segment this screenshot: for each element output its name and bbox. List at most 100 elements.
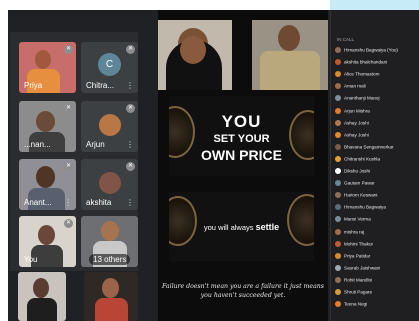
participant-name: Chitranshi Kushla: [344, 156, 381, 162]
video-tile[interactable]: ✕ Priya: [19, 42, 76, 93]
shared-slide-bottom: you will always settle: [169, 192, 314, 261]
participant-row[interactable]: Teena Negi: [335, 301, 419, 309]
participant-face: [36, 166, 55, 188]
presentation-area: YOU SET YOUR OWN PRICE you will always s…: [158, 10, 328, 321]
participant-row[interactable]: Ashay Joshi: [335, 131, 419, 140]
tile-name: akshita: [86, 198, 112, 207]
participant-row[interactable]: mishra raj: [335, 228, 419, 237]
video-tile[interactable]: ✕ akshita ⋮: [81, 159, 138, 210]
more-options-icon[interactable]: ⋮: [126, 82, 134, 90]
participant-name: Ananthanji Manoj: [344, 95, 380, 101]
participant-row[interactable]: Shruti Pagare: [335, 289, 419, 297]
slide-subheadline: OWN PRICE: [201, 147, 282, 163]
participant-name: Himanshu Bagwaiya: [344, 204, 386, 210]
tile-name: ...nan...: [24, 140, 51, 149]
participant-avatar: [335, 107, 341, 114]
participant-avatar: [335, 83, 341, 90]
video-tile[interactable]: ✕ You: [19, 216, 76, 267]
avatar: [99, 172, 121, 194]
watch-image: [169, 196, 197, 246]
participant-avatar: [335, 264, 341, 271]
participant-row[interactable]: Mansi Verma: [335, 216, 419, 224]
participant-row[interactable]: Saurab Jaishwani: [335, 264, 419, 273]
participant-row[interactable]: Gautam Pawar: [335, 180, 419, 188]
others-tile[interactable]: 13 others: [81, 216, 138, 267]
participant-name: Gautam Pawar: [344, 180, 375, 186]
tile-name: Priya: [24, 81, 43, 90]
participant-avatar: [335, 143, 341, 150]
tile-name: Arjun: [86, 140, 105, 149]
participant-avatar: [335, 289, 341, 295]
participant-row[interactable]: Bhavana Sengamnerkar: [335, 143, 419, 152]
participant-row[interactable]: Aman mali: [335, 83, 419, 91]
participant-avatar: [335, 228, 341, 235]
participant-row[interactable]: Alice Thomastom: [335, 71, 419, 79]
mic-muted-icon: ✕: [64, 104, 73, 113]
participant-avatar: [335, 180, 341, 187]
participant-avatar: [335, 252, 341, 259]
mic-muted-icon: ✕: [126, 45, 135, 54]
video-tile[interactable]: ✕ ...nan...: [19, 101, 76, 152]
video-tile[interactable]: C ✕ Chitra... ⋮: [81, 42, 138, 93]
tile-name: Anant...: [24, 198, 52, 207]
speaker-video[interactable]: [158, 20, 232, 90]
participant-name: Priya Patidar: [344, 253, 371, 259]
participant-body: [95, 298, 128, 321]
more-options-icon[interactable]: ⋮: [126, 141, 134, 149]
watch-image: [287, 194, 314, 246]
participant-face: [33, 278, 49, 298]
participant-avatar: [335, 216, 341, 223]
more-options-icon[interactable]: ⋮: [64, 199, 72, 207]
participant-face: [278, 25, 300, 51]
participant-name: Alice Thomastom: [344, 71, 380, 77]
participant-avatar: [335, 131, 341, 138]
participant-row[interactable]: Priya Patidar: [335, 252, 419, 261]
participant-name: Rohit Mandloi: [344, 277, 373, 283]
participant-avatar: [335, 95, 341, 102]
participant-avatar: [335, 240, 341, 247]
participant-name: Hariom Keswani: [344, 192, 378, 198]
participant-row[interactable]: Himanshu Bagwaiya: [335, 204, 419, 212]
participant-name: Bhavana Sengamnerkar: [344, 144, 394, 150]
participant-avatar: [335, 301, 341, 308]
speaker-video[interactable]: [252, 20, 328, 90]
more-options-icon[interactable]: ⋮: [126, 199, 134, 207]
participant-face: [36, 111, 55, 132]
avatar: C: [98, 53, 121, 76]
participant-row[interactable]: akshita bhalchandani: [335, 59, 419, 67]
participant-name: Ashay Joshi: [344, 132, 369, 138]
participant-avatar: [335, 59, 341, 66]
slide-headline: YOU: [221, 112, 262, 131]
participant-row[interactable]: Ananthanji Manoj: [335, 95, 419, 103]
video-tile[interactable]: ✕ Arjun ⋮: [81, 101, 138, 152]
participant-row[interactable]: Himanshu Bagwaiya (You): [335, 47, 419, 55]
participant-row[interactable]: Ashay Joshi: [335, 119, 419, 128]
participant-face: [35, 50, 51, 69]
participant-avatar: [335, 71, 341, 78]
mic-muted-icon: ✕: [64, 219, 73, 228]
participant-name: Aman mali: [344, 83, 366, 89]
video-tile[interactable]: [84, 272, 138, 321]
participant-row[interactable]: Rohit Mandloi: [335, 276, 419, 285]
others-count-label: 13 others: [89, 254, 131, 265]
participant-body: [27, 298, 57, 321]
video-tile[interactable]: [18, 272, 66, 321]
tile-name: You: [24, 255, 38, 264]
participant-name: Dikshu Joshi: [344, 168, 371, 174]
slide-subheadline: SET YOUR: [213, 133, 270, 145]
participant-row[interactable]: Chitranshi Kushla: [335, 155, 419, 164]
video-tile[interactable]: ✕ Anant... ⋮: [19, 159, 76, 210]
participant-row[interactable]: Hariom Keswani: [335, 192, 419, 200]
participant-row[interactable]: Arjun Mishra: [335, 107, 419, 116]
slide-caption: you will always settle: [203, 222, 280, 232]
mic-muted-icon: ✕: [126, 162, 135, 171]
avatar: [99, 114, 121, 136]
participant-name: Teena Negi: [344, 301, 368, 307]
participant-body: [260, 51, 320, 90]
participant-avatar: [335, 119, 341, 126]
participants-header: IN CALL: [337, 37, 355, 42]
top-corner-strip: [330, 0, 419, 10]
participant-avatar: [335, 168, 341, 174]
participant-row[interactable]: Mohini Thakur: [335, 240, 419, 249]
participant-row[interactable]: Dikshu Joshi: [335, 168, 419, 176]
